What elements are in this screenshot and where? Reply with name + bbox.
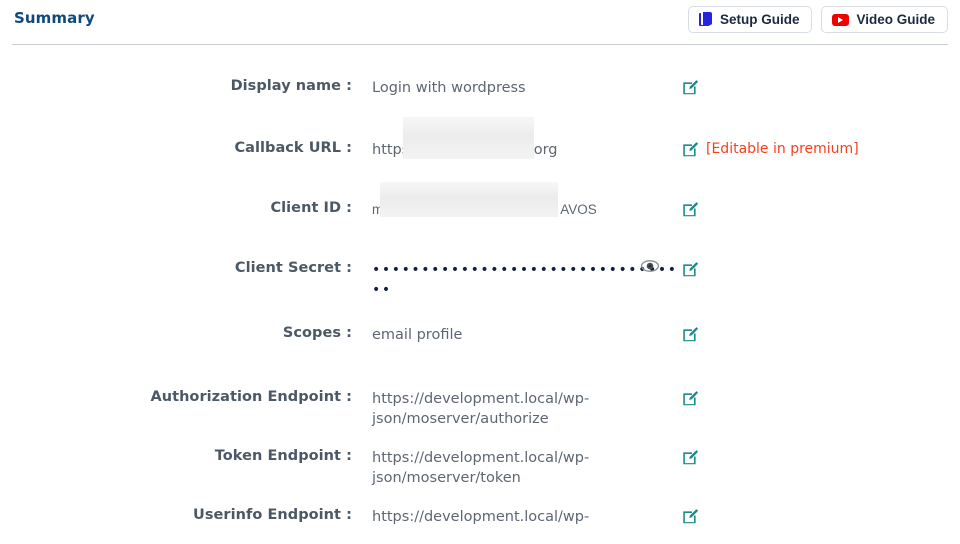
book-icon: [698, 12, 713, 27]
row-label: Client ID :: [270, 200, 352, 216]
row-action: [682, 69, 960, 96]
callback-url-suffix: u1.wpsandbox.org: [423, 142, 558, 158]
summary-row-token-endpoint: Token Endpoint : https://development.loc…: [0, 439, 960, 488]
client-secret-masked-value: •••••••••••••••••••••••••••••••••: [372, 262, 678, 298]
row-action: [Editable in premium]: [682, 131, 960, 158]
row-action: [682, 380, 960, 407]
youtube-play-icon: [832, 13, 850, 26]
summary-row-scopes: Scopes : email profile: [0, 316, 960, 362]
row-label: Display name :: [230, 78, 352, 94]
row-action: [682, 316, 960, 343]
edit-icon[interactable]: [682, 508, 699, 525]
row-value: https://development.local/wp-json/moserv…: [372, 450, 590, 486]
row-value: Login with wordpress: [372, 80, 526, 96]
row-value: https://development.local/wp-: [372, 509, 590, 525]
video-guide-label: Video Guide: [856, 11, 935, 27]
row-label: Callback URL :: [234, 140, 352, 156]
premium-note: [Editable in premium]: [706, 141, 859, 157]
client-id-prefix: mrtBN: [372, 202, 411, 217]
row-action: [682, 191, 960, 218]
edit-icon[interactable]: [682, 201, 699, 218]
edit-icon[interactable]: [682, 390, 699, 407]
row-action: [682, 498, 960, 525]
page-title: Summary: [14, 9, 95, 27]
video-guide-button[interactable]: Video Guide: [821, 6, 948, 33]
row-value: https://development.local/wp-json/moserv…: [372, 391, 590, 427]
edit-icon[interactable]: [682, 141, 699, 158]
row-value: mrtBN AVOS: [352, 182, 682, 220]
row-label: Client Secret :: [234, 260, 352, 276]
row-label: Userinfo Endpoint :: [193, 507, 352, 523]
callback-url-prefix: https://: [372, 142, 424, 158]
summary-row-userinfo-endpoint: Userinfo Endpoint : https://development.…: [0, 498, 960, 544]
header-actions: Setup Guide Video Guide: [687, 6, 948, 33]
edit-icon[interactable]: [682, 449, 699, 466]
summary-row-display-name: Display name : Login with wordpress: [0, 69, 960, 115]
row-value: •••••••••••••••••••••••••••••••••: [352, 251, 682, 300]
row-label: Authorization Endpoint :: [150, 389, 352, 405]
row-value: https://u1.wpsandbox.org: [352, 117, 682, 160]
row-value: email profile: [372, 327, 463, 343]
edit-icon[interactable]: [682, 326, 699, 343]
summary-row-callback-url: Callback URL : https://u1.wpsandbox.org …: [0, 117, 960, 177]
client-id-suffix: AVOS: [560, 202, 597, 217]
setup-guide-label: Setup Guide: [719, 11, 800, 27]
row-action: [682, 251, 960, 278]
row-action: [682, 439, 960, 466]
eye-icon[interactable]: [640, 259, 660, 279]
edit-icon[interactable]: [682, 261, 699, 278]
row-label: Scopes :: [282, 325, 352, 341]
summary-row-client-id: Client ID : mrtBN AVOS: [0, 182, 960, 237]
summary-header: Summary Setup Guide Video Guide: [0, 0, 960, 44]
summary-row-client-secret: Client Secret : ••••••••••••••••••••••••…: [0, 251, 960, 300]
setup-guide-button[interactable]: Setup Guide: [687, 6, 813, 33]
summary-row-authorization-endpoint: Authorization Endpoint : https://develop…: [0, 380, 960, 429]
edit-icon[interactable]: [682, 79, 699, 96]
row-label: Token Endpoint :: [214, 448, 352, 464]
summary-body: Display name : Login with wordpress Call…: [0, 45, 960, 544]
